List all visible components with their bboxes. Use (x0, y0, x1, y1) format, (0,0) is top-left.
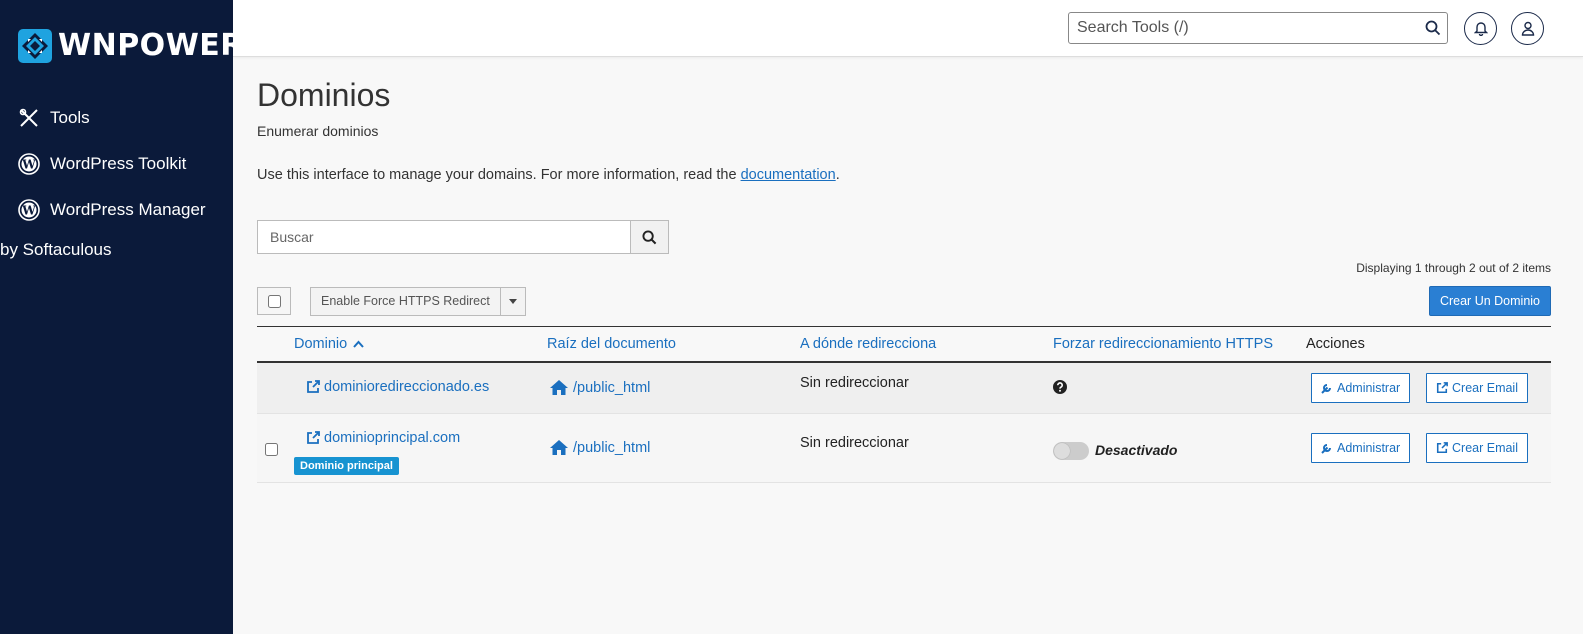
create-email-button[interactable]: Crear Email (1426, 433, 1528, 463)
top-bar (233, 0, 1583, 57)
brand-name: WNPOWER (58, 28, 244, 63)
external-link-icon (1436, 382, 1448, 394)
main-content: Dominios Enumerar dominios Use this inte… (233, 57, 1583, 634)
select-all-checkbox[interactable] (267, 294, 281, 308)
home-icon (550, 440, 568, 455)
domains-table: Dominio Raíz del documento A dónde redir… (257, 326, 1551, 483)
intro-text: Use this interface to manage your domain… (257, 167, 840, 183)
sidebar-item-tools[interactable]: Tools (0, 95, 233, 141)
sidebar-item-label: WordPress Toolkit (50, 154, 187, 173)
select-all (257, 287, 291, 315)
bell-icon (1473, 22, 1488, 36)
docroot-path: /public_html (573, 379, 651, 396)
domain-search-button[interactable] (630, 220, 669, 254)
redirect-value: Sin redireccionar (800, 375, 909, 391)
home-icon (550, 380, 568, 395)
wrench-icon (1321, 384, 1331, 394)
domain-link[interactable]: dominioprincipal.com (306, 430, 460, 446)
docroot-link[interactable]: /public_html (549, 439, 650, 456)
intro-text-body: Use this interface to manage your domain… (257, 167, 741, 183)
domain-name: dominioredireccionado.es (324, 379, 490, 395)
svg-text:W: W (21, 158, 36, 172)
bulk-action-button[interactable]: Enable Force HTTPS Redirect (311, 288, 500, 315)
page-title: Dominios (257, 77, 391, 113)
docroot-link[interactable]: /public_html (549, 379, 650, 396)
sidebar-nav: Tools W WordPress Toolkit W WordPress Ma… (0, 95, 233, 273)
column-header-actions: Acciones (1306, 336, 1365, 352)
row-checkbox[interactable] (265, 443, 278, 456)
sort-ascending-icon (353, 340, 364, 348)
domain-name: dominioprincipal.com (324, 430, 461, 446)
brand-logo[interactable]: WNPOWER (18, 28, 244, 63)
question-circle-icon[interactable] (1053, 380, 1067, 394)
toggle-knob (1054, 443, 1070, 459)
external-link-icon (307, 380, 320, 393)
sidebar-item-wordpress-manager[interactable]: W WordPress Manager by Softaculous (0, 187, 233, 273)
tools-icon (19, 108, 38, 127)
force-https-status: Desactivado (1095, 442, 1178, 458)
force-https-toggle[interactable] (1053, 442, 1089, 460)
wrench-icon (1321, 444, 1331, 454)
external-link-icon (307, 431, 320, 444)
notifications-button[interactable] (1464, 12, 1497, 45)
domain-search-input[interactable] (257, 220, 630, 254)
manage-button[interactable]: Administrar (1311, 433, 1411, 463)
docroot-path: /public_html (573, 439, 651, 456)
domain-search (257, 220, 669, 254)
domain-link[interactable]: dominioredireccionado.es (306, 379, 489, 395)
bulk-action-toggle[interactable] (499, 288, 525, 315)
manage-button[interactable]: Administrar (1311, 373, 1411, 403)
create-email-button-label: Crear Email (1452, 441, 1518, 455)
redirect-value: Sin redireccionar (800, 435, 909, 451)
table-row: dominioprincipal.com Dominio principal /… (257, 414, 1551, 483)
external-link-icon (1436, 442, 1448, 454)
create-email-button[interactable]: Crear Email (1426, 373, 1528, 403)
search-icon[interactable] (1425, 20, 1441, 36)
create-domain-button[interactable]: Crear Un Dominio (1428, 286, 1551, 316)
svg-text:W: W (21, 204, 36, 218)
intro-text-end: . (835, 167, 840, 183)
primary-domain-badge: Dominio principal (294, 457, 399, 475)
bulk-action-dropdown: Enable Force HTTPS Redirect (310, 287, 526, 316)
wnpower-logo-icon (18, 28, 52, 63)
manage-button-label: Administrar (1337, 381, 1401, 395)
table-row: dominioredireccionado.es /public_html Si… (257, 363, 1551, 414)
sidebar-item-wordpress-toolkit[interactable]: W WordPress Toolkit (0, 141, 233, 187)
wordpress-icon: W (18, 153, 40, 175)
column-header-redirect[interactable]: A dónde redirecciona (800, 336, 936, 352)
caret-down-icon (508, 299, 517, 304)
column-header-label: Dominio (294, 336, 348, 352)
table-header: Dominio Raíz del documento A dónde redir… (257, 326, 1551, 363)
column-header-https[interactable]: Forzar redireccionamiento HTTPS (1053, 336, 1273, 352)
items-count: Displaying 1 through 2 out of 2 items (1356, 261, 1551, 275)
column-header-domain[interactable]: Dominio (294, 336, 364, 352)
sidebar: WNPOWER Tools W WordPress Toolkit W Word… (0, 0, 243, 634)
documentation-link[interactable]: documentation (741, 167, 836, 183)
search-tools-input[interactable] (1069, 13, 1409, 43)
wordpress-icon: W (18, 199, 40, 221)
create-email-button-label: Crear Email (1452, 381, 1518, 395)
user-menu-button[interactable] (1511, 12, 1544, 45)
sidebar-item-label: WordPress Manager (50, 200, 206, 219)
manage-button-label: Administrar (1337, 441, 1401, 455)
column-header-docroot[interactable]: Raíz del documento (547, 336, 676, 352)
sidebar-item-label-line2: by Softaculous (0, 240, 112, 259)
user-icon (1521, 21, 1534, 36)
search-icon (642, 229, 657, 244)
page-subtitle: Enumerar dominios (257, 123, 379, 139)
search-tools (1068, 12, 1448, 44)
sidebar-item-label: Tools (50, 108, 90, 127)
